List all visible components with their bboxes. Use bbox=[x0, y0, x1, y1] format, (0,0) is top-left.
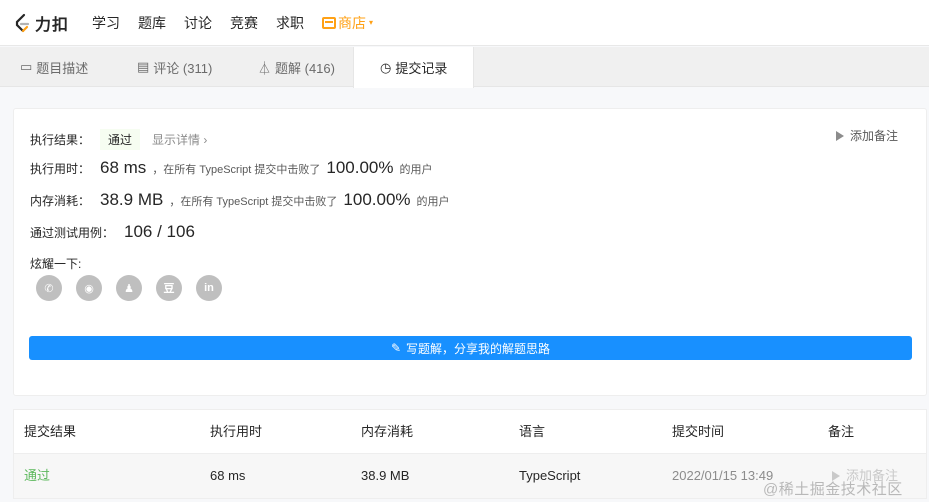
testcases-label: 通过测试用例： bbox=[30, 226, 115, 240]
leetcode-logo[interactable]: 力扣 bbox=[12, 11, 69, 35]
tab-submissions[interactable]: ◷ 提交记录 bbox=[353, 47, 475, 88]
write-solution-label: 写题解，分享我的解题思路 bbox=[406, 341, 551, 356]
row-status-link[interactable]: 通过 bbox=[24, 454, 50, 498]
tab-submissions-label: 提交记录 bbox=[395, 61, 448, 76]
write-solution-button[interactable]: ✎ 写题解，分享我的解题思路 bbox=[29, 336, 912, 360]
runtime-value: 68 ms bbox=[100, 158, 147, 177]
store-label: 商店 bbox=[338, 14, 367, 31]
show-detail-link[interactable]: 显示详情 › bbox=[152, 131, 207, 148]
nav-item-problems[interactable]: 题库 bbox=[138, 13, 166, 33]
linkedin-icon[interactable]: in bbox=[196, 275, 222, 301]
header-status: 提交结果 bbox=[24, 424, 77, 439]
header-language: 语言 bbox=[519, 424, 546, 439]
runtime-desc: ，在所有 TypeScript 提交中击败了 bbox=[152, 164, 321, 176]
tab-bar: ▭ 题目描述 ▤ 评论 (311) ⏃ 题解 (416) ◷ 提交记录 bbox=[0, 47, 929, 88]
watermark: @稀土掘金技术社区 bbox=[763, 481, 903, 498]
nav-item-jobs[interactable]: 求职 bbox=[276, 13, 304, 33]
add-note-button[interactable]: 添加备注 bbox=[835, 127, 898, 144]
share-icons: ✆ ◉ ♟ 豆 in bbox=[36, 275, 236, 301]
memory-suffix: 的用户 bbox=[416, 196, 450, 208]
testcases-value: 106 / 106 bbox=[124, 222, 195, 241]
memory-row: 内存消耗： 38.9 MB ，在所有 TypeScript 提交中击败了 100… bbox=[30, 190, 450, 210]
testcases-row: 通过测试用例： 106 / 106 bbox=[30, 222, 201, 242]
clock-icon: ◷ bbox=[380, 59, 392, 75]
runtime-suffix: 的用户 bbox=[399, 164, 433, 176]
store-icon bbox=[322, 16, 337, 29]
header-runtime: 执行用时 bbox=[210, 424, 263, 439]
tab-description[interactable]: ▭ 题目描述 bbox=[20, 47, 88, 87]
submission-result-card: 执行结果： 通过 显示详情 › 添加备注 执行用时： 68 ms ，在所有 Ty… bbox=[13, 108, 927, 396]
pencil-icon: ✎ bbox=[390, 341, 402, 355]
row-submit-time: 2022/01/15 13:49 bbox=[672, 468, 774, 483]
add-note-label: 添加备注 bbox=[849, 129, 898, 143]
tab-comments[interactable]: ▤ 评论 (311) bbox=[137, 47, 212, 87]
tab-solutions-label: 题解 (416) bbox=[275, 60, 335, 76]
share-label: 炫耀一下: bbox=[30, 257, 82, 271]
weibo-icon[interactable]: ◉ bbox=[76, 275, 102, 301]
status-badge: 通过 bbox=[100, 129, 141, 150]
top-nav: 力扣 学习 题库 讨论 竞赛 求职 商店 ▾ bbox=[0, 0, 929, 46]
logo-text: 力扣 bbox=[35, 16, 70, 34]
nav-item-learn[interactable]: 学习 bbox=[92, 13, 120, 33]
row-memory: 38.9 MB bbox=[361, 468, 410, 483]
runtime-label: 执行用时： bbox=[30, 162, 91, 176]
tab-comments-label: 评论 (311) bbox=[153, 60, 213, 76]
wechat-icon[interactable]: ✆ bbox=[36, 275, 62, 301]
chevron-down-icon: ▾ bbox=[369, 18, 374, 27]
share-label-row: 炫耀一下: bbox=[30, 255, 81, 272]
memory-label: 内存消耗： bbox=[30, 194, 91, 208]
douban-icon[interactable]: 豆 bbox=[156, 275, 182, 301]
description-icon: ▭ bbox=[20, 59, 33, 74]
memory-desc: ，在所有 TypeScript 提交中击败了 bbox=[169, 196, 338, 208]
runtime-row: 执行用时： 68 ms ，在所有 TypeScript 提交中击败了 100.0… bbox=[30, 158, 433, 178]
tab-solutions[interactable]: ⏃ 题解 (416) bbox=[258, 47, 335, 87]
runtime-percent: 100.00% bbox=[326, 158, 394, 177]
tab-description-label: 题目描述 bbox=[36, 60, 89, 76]
header-memory: 内存消耗 bbox=[361, 424, 414, 439]
row-language: TypeScript bbox=[519, 468, 581, 483]
play-icon bbox=[835, 130, 844, 141]
nav-item-store[interactable]: 商店 ▾ bbox=[322, 13, 373, 33]
qq-icon[interactable]: ♟ bbox=[116, 275, 142, 301]
row-runtime: 68 ms bbox=[210, 468, 246, 483]
comment-icon: ▤ bbox=[137, 59, 150, 74]
table-header: 提交结果 执行用时 内存消耗 语言 提交时间 备注 bbox=[14, 410, 926, 454]
nav-item-discuss[interactable]: 讨论 bbox=[184, 13, 212, 33]
flask-icon: ⏃ bbox=[258, 60, 272, 76]
leetcode-logo-icon bbox=[15, 13, 30, 32]
exec-result-row: 执行结果： 通过 显示详情 › bbox=[30, 129, 207, 150]
header-note: 备注 bbox=[828, 424, 855, 439]
memory-value: 38.9 MB bbox=[100, 190, 164, 209]
header-submit-time: 提交时间 bbox=[672, 424, 725, 439]
exec-result-label: 执行结果： bbox=[30, 133, 91, 147]
memory-percent: 100.00% bbox=[343, 190, 411, 209]
nav-item-contest[interactable]: 竞赛 bbox=[230, 13, 258, 33]
